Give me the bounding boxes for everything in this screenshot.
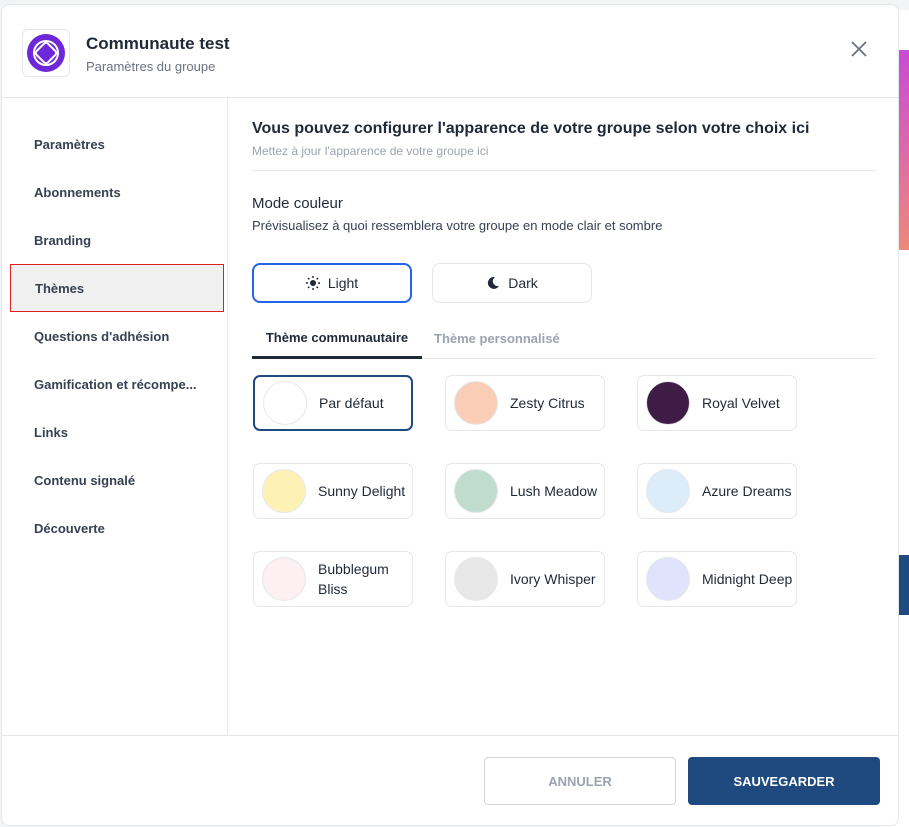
sidebar-item[interactable]: Paramètres	[10, 120, 224, 168]
theme-card[interactable]: Lush Meadow	[445, 463, 605, 519]
light-label: Light	[327, 275, 359, 291]
theme-color-swatch	[646, 557, 690, 601]
theme-name: Bubblegum Bliss	[318, 561, 389, 597]
theme-name: Par défaut	[319, 395, 384, 411]
theme-color-swatch	[262, 469, 306, 513]
theme-card[interactable]: Zesty Citrus	[445, 375, 605, 431]
theme-name: Azure Dreams	[702, 483, 792, 499]
themes-panel: Vous pouvez configurer l'apparence de vo…	[229, 98, 898, 735]
divider	[252, 170, 876, 171]
theme-color-swatch	[454, 469, 498, 513]
sidebar-item[interactable]: Contenu signalé	[10, 456, 224, 504]
cancel-button[interactable]: ANNULER	[484, 757, 676, 805]
mode-description: Prévisualisez à quoi ressemblera votre g…	[252, 218, 663, 233]
page-subtitle: Mettez à jour l'apparence de votre group…	[252, 144, 489, 158]
sidebar-item[interactable]: Gamification et récompe...	[10, 360, 224, 408]
dark-label: Dark	[508, 275, 538, 291]
sidebar-item[interactable]: Branding	[10, 216, 224, 264]
theme-color-swatch	[646, 381, 690, 425]
theme-card[interactable]: Ivory Whisper	[445, 551, 605, 607]
moon-icon	[488, 276, 500, 289]
background-banner	[899, 50, 909, 250]
theme-card[interactable]: Par défaut	[253, 375, 413, 431]
background-button	[899, 555, 909, 615]
theme-card[interactable]: Bubblegum Bliss	[253, 551, 413, 607]
sidebar-item[interactable]: Links	[10, 408, 224, 456]
theme-color-swatch	[263, 381, 307, 425]
theme-color-swatch	[454, 557, 498, 601]
sidebar-item[interactable]: Abonnements	[10, 168, 224, 216]
mode-title: Mode couleur	[252, 195, 343, 212]
theme-color-swatch	[262, 557, 306, 601]
group-title: Communaute test	[86, 34, 230, 53]
theme-tabs: Thème communautaire Thème personnalisé	[252, 318, 876, 359]
theme-name: Midnight Deep	[702, 571, 793, 587]
modal-footer: ANNULER SAUVEGARDER	[2, 735, 898, 825]
theme-name: Zesty Citrus	[510, 395, 585, 411]
tab-custom-theme[interactable]: Thème personnalisé	[434, 318, 560, 359]
theme-color-swatch	[646, 469, 690, 513]
theme-card[interactable]: Midnight Deep	[637, 551, 797, 607]
sidebar-item[interactable]: Questions d'adhésion	[10, 312, 224, 360]
tab-community-theme[interactable]: Thème communautaire	[252, 318, 422, 359]
sidebar-item[interactable]: Découverte	[10, 504, 224, 552]
settings-sidebar: Paramètres Abonnements Branding Thèmes Quest…	[2, 98, 228, 735]
close-icon[interactable]	[848, 38, 870, 60]
light-mode-button[interactable]: Light	[252, 263, 412, 303]
page-title: Vous pouvez configurer l'apparence de vo…	[252, 120, 810, 137]
sidebar-item[interactable]: Thèmes	[10, 264, 224, 312]
modal-header: Communaute test Paramètres du groupe	[2, 5, 898, 98]
theme-name: Royal Velvet	[702, 395, 780, 411]
theme-name: Ivory Whisper	[510, 571, 596, 587]
theme-card[interactable]: Royal Velvet	[637, 375, 797, 431]
theme-name: Lush Meadow	[510, 483, 598, 499]
theme-card[interactable]: Azure Dreams	[637, 463, 797, 519]
dark-mode-button[interactable]: Dark	[432, 263, 592, 303]
group-settings-modal: Communaute test Paramètres du groupe Par…	[1, 4, 899, 826]
save-button[interactable]: SAUVEGARDER	[688, 757, 880, 805]
group-subtitle: Paramètres du groupe	[86, 59, 216, 74]
theme-card[interactable]: Sunny Delight	[253, 463, 413, 519]
theme-color-swatch	[454, 381, 498, 425]
group-logo	[22, 29, 70, 77]
sun-icon	[305, 276, 320, 290]
theme-name: Sunny Delight	[318, 483, 406, 499]
